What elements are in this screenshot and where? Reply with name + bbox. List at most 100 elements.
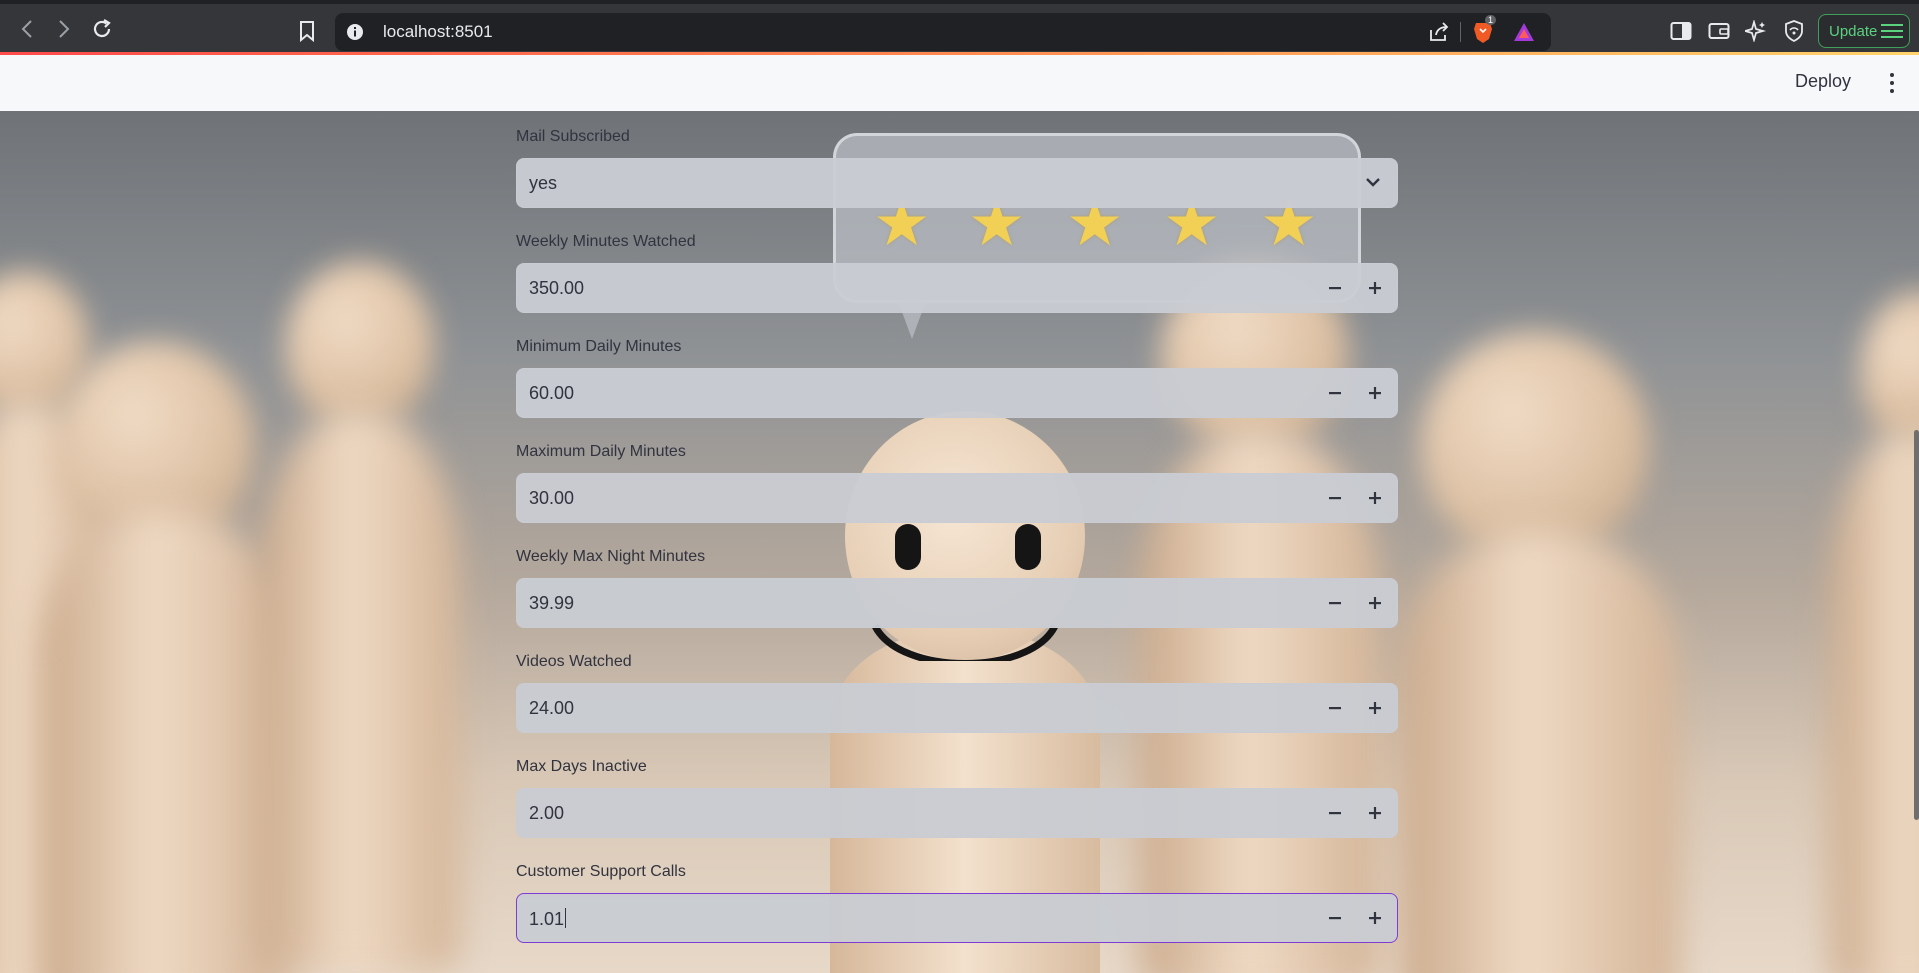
- back-arrow-icon: [21, 20, 32, 38]
- menu-hamburger-icon: [1881, 24, 1903, 38]
- plus-icon: [1369, 597, 1381, 609]
- input-value-text: 1.01: [529, 909, 565, 929]
- increment-button[interactable]: [1355, 789, 1395, 837]
- page-scrollbar[interactable]: [1914, 430, 1919, 820]
- browser-toolbar: localhost:8501 1 Update: [0, 0, 1919, 54]
- blurred-figure: [40, 511, 290, 973]
- bookmark-button[interactable]: [293, 17, 321, 45]
- mail-subscribed-label: Mail Subscribed: [516, 128, 630, 145]
- plus-icon: [1369, 492, 1381, 504]
- text-caret: [565, 908, 567, 928]
- rewards-triangle-icon: [1514, 23, 1534, 41]
- decrement-button[interactable]: [1315, 894, 1355, 942]
- update-label: Update: [1829, 22, 1878, 40]
- input-value-text: 60.00: [529, 383, 575, 403]
- divider: [1460, 22, 1461, 42]
- minus-icon: [1329, 497, 1341, 500]
- input-value-text: 30.00: [529, 488, 575, 508]
- sidebar-toggle-button[interactable]: [1667, 17, 1695, 45]
- reload-icon: [93, 19, 111, 38]
- maximum-daily-minutes-input[interactable]: 30.00: [516, 473, 1398, 523]
- videos-watched-label: Videos Watched: [516, 653, 632, 670]
- input-value-text: 350.00: [529, 278, 585, 298]
- minus-icon: [1329, 602, 1341, 605]
- input-value-text: 39.99: [529, 593, 575, 613]
- blurred-figure: [285, 261, 435, 431]
- site-info-icon[interactable]: [341, 18, 369, 46]
- brave-shields-button[interactable]: 1: [1469, 15, 1497, 46]
- background-image: ★ ★ ★ ★ ★: [0, 111, 1919, 973]
- increment-button[interactable]: [1355, 264, 1395, 312]
- minus-icon: [1329, 917, 1341, 920]
- share-button[interactable]: [1425, 18, 1453, 46]
- max-days-inactive-label: Max Days Inactive: [516, 758, 647, 775]
- input-value[interactable]: 60.00: [529, 383, 574, 404]
- plus-icon: [1369, 282, 1381, 294]
- vpn-button[interactable]: [1780, 17, 1808, 45]
- input-value[interactable]: 2.00: [529, 803, 564, 824]
- vpn-shield-icon: [1785, 20, 1803, 42]
- mail-subscribed-select[interactable]: yes: [516, 158, 1398, 208]
- deploy-button[interactable]: Deploy: [1795, 71, 1851, 92]
- minimum-daily-minutes-label: Minimum Daily Minutes: [516, 338, 682, 355]
- address-bar[interactable]: localhost:8501 1: [335, 13, 1551, 51]
- decrement-button[interactable]: [1315, 474, 1355, 522]
- weekly-max-night-minutes-input[interactable]: 39.99: [516, 578, 1398, 628]
- bookmark-icon: [300, 21, 314, 42]
- input-value-text: 2.00: [529, 803, 565, 823]
- update-button[interactable]: Update: [1818, 14, 1910, 48]
- weekly-minutes-watched-input[interactable]: 350.00: [516, 263, 1398, 313]
- increment-button[interactable]: [1355, 369, 1395, 417]
- plus-icon: [1369, 912, 1381, 924]
- blurred-figure: [1420, 331, 1650, 561]
- back-button[interactable]: [14, 16, 40, 42]
- share-icon: [1430, 22, 1449, 41]
- forward-button[interactable]: [51, 16, 77, 42]
- input-value-text: 24.00: [529, 698, 575, 718]
- decrement-button[interactable]: [1315, 264, 1355, 312]
- videos-watched-input[interactable]: 24.00: [516, 683, 1398, 733]
- increment-button[interactable]: [1355, 894, 1395, 942]
- minimum-daily-minutes-input[interactable]: 60.00: [516, 368, 1398, 418]
- decrement-button[interactable]: [1315, 789, 1355, 837]
- max-days-inactive-input[interactable]: 2.00: [516, 788, 1398, 838]
- minus-icon: [1329, 392, 1341, 395]
- decrement-button[interactable]: [1315, 684, 1355, 732]
- minus-icon: [1329, 812, 1341, 815]
- input-value[interactable]: 1.01: [529, 908, 567, 930]
- sparkle-icon: [1745, 20, 1767, 42]
- sidebar-icon: [1670, 22, 1692, 40]
- leo-ai-button[interactable]: [1742, 17, 1770, 45]
- minus-icon: [1329, 287, 1341, 290]
- wallet-button[interactable]: [1705, 17, 1733, 45]
- select-value: yes: [529, 173, 558, 193]
- chevron-down-icon: [1366, 178, 1380, 187]
- increment-button[interactable]: [1355, 474, 1395, 522]
- wallet-icon: [1708, 23, 1730, 39]
- reload-button[interactable]: [89, 16, 115, 42]
- blurred-figure: [260, 411, 460, 971]
- forward-arrow-icon: [59, 20, 70, 38]
- input-value[interactable]: 350.00: [529, 278, 584, 299]
- main-menu-button[interactable]: [1885, 68, 1899, 98]
- customer-support-calls-label: Customer Support Calls: [516, 863, 686, 880]
- app-header: Deploy: [0, 55, 1919, 111]
- increment-button[interactable]: [1355, 684, 1395, 732]
- customer-support-calls-input[interactable]: 1.01: [516, 893, 1398, 943]
- brave-rewards-button[interactable]: [1510, 18, 1538, 46]
- url-text: localhost:8501: [383, 22, 493, 41]
- input-value[interactable]: 39.99: [529, 593, 574, 614]
- plus-icon: [1369, 807, 1381, 819]
- input-value[interactable]: 30.00: [529, 488, 574, 509]
- blurred-figure: [1860, 291, 1919, 451]
- increment-button[interactable]: [1355, 579, 1395, 627]
- kebab-dot-icon: [1890, 89, 1894, 93]
- decrement-button[interactable]: [1315, 579, 1355, 627]
- minus-icon: [1329, 707, 1341, 710]
- decrement-button[interactable]: [1315, 369, 1355, 417]
- kebab-dot-icon: [1890, 81, 1894, 85]
- input-value[interactable]: 24.00: [529, 698, 574, 719]
- plus-icon: [1369, 702, 1381, 714]
- weekly-minutes-watched-label: Weekly Minutes Watched: [516, 233, 696, 250]
- maximum-daily-minutes-label: Maximum Daily Minutes: [516, 443, 686, 460]
